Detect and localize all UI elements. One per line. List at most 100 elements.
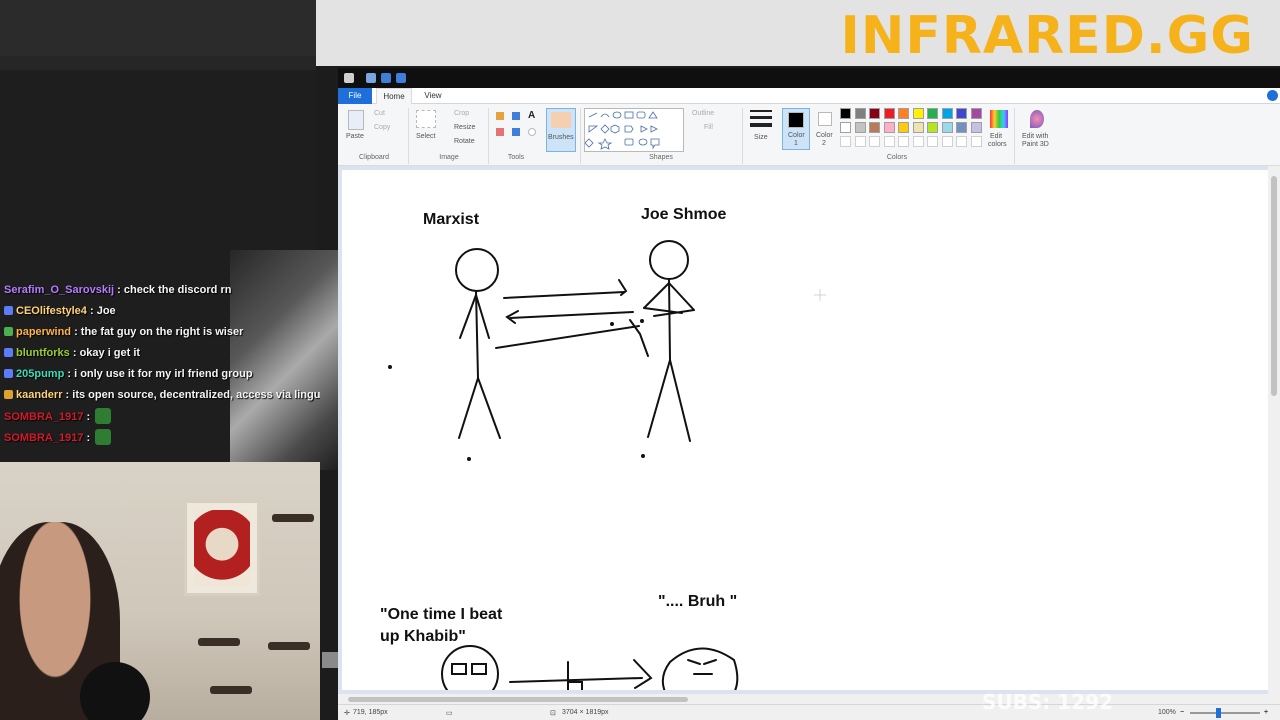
- palette-swatch[interactable]: [927, 108, 938, 119]
- palette-swatch[interactable]: [970, 122, 982, 133]
- paint3d-line2[interactable]: Paint 3D: [1022, 141, 1049, 148]
- paste-button[interactable]: Paste: [346, 133, 364, 140]
- label-joe-shmoe: Joe Shmoe: [641, 206, 727, 223]
- custom-color-swatch[interactable]: [956, 136, 967, 147]
- zoom-in-icon[interactable]: +: [1264, 709, 1268, 716]
- tab-view[interactable]: View: [418, 88, 448, 104]
- palette-swatch[interactable]: [956, 108, 967, 119]
- horizontal-scrollbar[interactable]: [338, 694, 1268, 704]
- chat-username[interactable]: SOMBRA_1917: [4, 411, 83, 423]
- tab-home[interactable]: Home: [376, 88, 412, 104]
- status-bar: ✛ 719, 185px ▭ ⊡ 3704 × 1819px 100% − +: [338, 704, 1280, 720]
- zoom-slider[interactable]: [1190, 712, 1260, 714]
- zoom-slider-thumb[interactable]: [1216, 708, 1221, 718]
- chat-message: SOMBRA_1917 :: [4, 408, 320, 429]
- palette-swatch[interactable]: [869, 122, 880, 133]
- palette-swatch[interactable]: [912, 108, 924, 119]
- fill-icon[interactable]: [512, 112, 520, 120]
- chat-text: its open source, decentralized, access v…: [72, 389, 320, 401]
- custom-color-swatch[interactable]: [970, 136, 982, 147]
- horizontal-scroll-thumb[interactable]: [348, 697, 688, 702]
- edit-colors-icon[interactable]: [990, 110, 1008, 128]
- edit-colors-line1[interactable]: Edit: [990, 133, 1002, 140]
- palette-swatch[interactable]: [941, 108, 953, 119]
- crop-button[interactable]: Crop: [454, 110, 469, 117]
- vertical-scrollbar[interactable]: [1268, 166, 1280, 704]
- palette-swatch[interactable]: [883, 122, 895, 133]
- redo-icon[interactable]: [396, 73, 406, 83]
- canvas-size-icon: ⊡: [550, 710, 556, 717]
- wall-decoration: [198, 638, 240, 646]
- divider: [1014, 108, 1015, 164]
- copy-button[interactable]: Copy: [374, 124, 390, 131]
- size-button[interactable]: Size: [754, 134, 768, 141]
- help-icon[interactable]: [1267, 90, 1278, 101]
- palette-swatch[interactable]: [854, 122, 866, 133]
- chat-username[interactable]: paperwind: [16, 326, 71, 338]
- color1-label: Color: [788, 132, 805, 139]
- divider: [488, 108, 489, 164]
- fill-dropdown[interactable]: Fill: [704, 124, 713, 131]
- select-icon[interactable]: [416, 110, 436, 128]
- color-picker-icon[interactable]: [512, 128, 520, 136]
- palette-swatch[interactable]: [883, 108, 895, 119]
- custom-color-swatch[interactable]: [927, 136, 938, 147]
- paste-icon[interactable]: [348, 110, 364, 130]
- color2-button[interactable]: [818, 112, 832, 126]
- text-tool-icon[interactable]: A: [528, 110, 535, 121]
- palette-swatch[interactable]: [869, 108, 880, 119]
- edit-colors-line2[interactable]: colors: [988, 141, 1007, 148]
- outline-dropdown[interactable]: Outline: [692, 110, 714, 117]
- palette-swatch[interactable]: [840, 122, 851, 133]
- select-button[interactable]: Select: [416, 133, 435, 140]
- image-group-label: Image: [439, 154, 459, 161]
- palette-swatch[interactable]: [912, 122, 924, 133]
- custom-color-swatch[interactable]: [912, 136, 924, 147]
- palette-swatch[interactable]: [927, 122, 938, 133]
- custom-color-swatch[interactable]: [898, 136, 909, 147]
- chat-username[interactable]: bluntforks: [16, 347, 70, 359]
- chat-username[interactable]: CEOlifestyle4: [16, 305, 87, 317]
- palette-swatch[interactable]: [840, 108, 851, 119]
- chat-badge-icon: [4, 348, 13, 357]
- pepe-emote: [95, 408, 112, 424]
- custom-color-swatch[interactable]: [854, 136, 866, 147]
- palette-swatch[interactable]: [898, 122, 909, 133]
- resize-button[interactable]: Resize: [454, 124, 475, 131]
- cut-button[interactable]: Cut: [374, 110, 385, 117]
- drawing-canvas[interactable]: Marxist Joe Shmoe "One time I beat up Kh…: [342, 170, 1268, 690]
- chat-username[interactable]: SOMBRA_1917: [4, 432, 83, 444]
- chat-username[interactable]: 205pump: [16, 368, 64, 380]
- marxist-head: [455, 248, 499, 292]
- chat-text: the fat guy on the right is wiser: [80, 326, 244, 338]
- eraser-icon[interactable]: [496, 128, 504, 136]
- label-marxist: Marxist: [423, 211, 480, 228]
- menu-bar: File Home View: [338, 88, 1280, 104]
- custom-color-swatch[interactable]: [869, 136, 880, 147]
- palette-swatch[interactable]: [941, 122, 953, 133]
- brush-icon: [551, 112, 571, 128]
- save-icon[interactable]: [366, 73, 376, 83]
- chat-text: check the discord rn: [123, 284, 232, 296]
- pencil-icon[interactable]: [496, 112, 504, 120]
- undo-icon[interactable]: [381, 73, 391, 83]
- wall-decoration: [268, 642, 310, 650]
- shapes-gallery[interactable]: [584, 108, 684, 152]
- chat-username[interactable]: kaanderr: [16, 389, 62, 401]
- palette-swatch[interactable]: [956, 122, 967, 133]
- zoom-out-icon[interactable]: −: [1180, 709, 1184, 716]
- chat-username[interactable]: Serafim_O_Sarovskij: [4, 284, 114, 296]
- palette-swatch[interactable]: [854, 108, 866, 119]
- custom-color-swatch[interactable]: [941, 136, 953, 147]
- custom-color-swatch[interactable]: [883, 136, 895, 147]
- magnifier-icon[interactable]: [528, 128, 536, 136]
- paint3d-icon[interactable]: [1030, 110, 1044, 128]
- tab-file[interactable]: File: [338, 88, 372, 104]
- wall-decoration: [272, 514, 314, 522]
- palette-swatch[interactable]: [898, 108, 909, 119]
- paint3d-line1[interactable]: Edit with: [1022, 133, 1048, 140]
- vertical-scroll-thumb[interactable]: [1271, 176, 1277, 396]
- rotate-button[interactable]: Rotate: [454, 138, 475, 145]
- palette-swatch[interactable]: [970, 108, 982, 119]
- custom-color-swatch[interactable]: [840, 136, 851, 147]
